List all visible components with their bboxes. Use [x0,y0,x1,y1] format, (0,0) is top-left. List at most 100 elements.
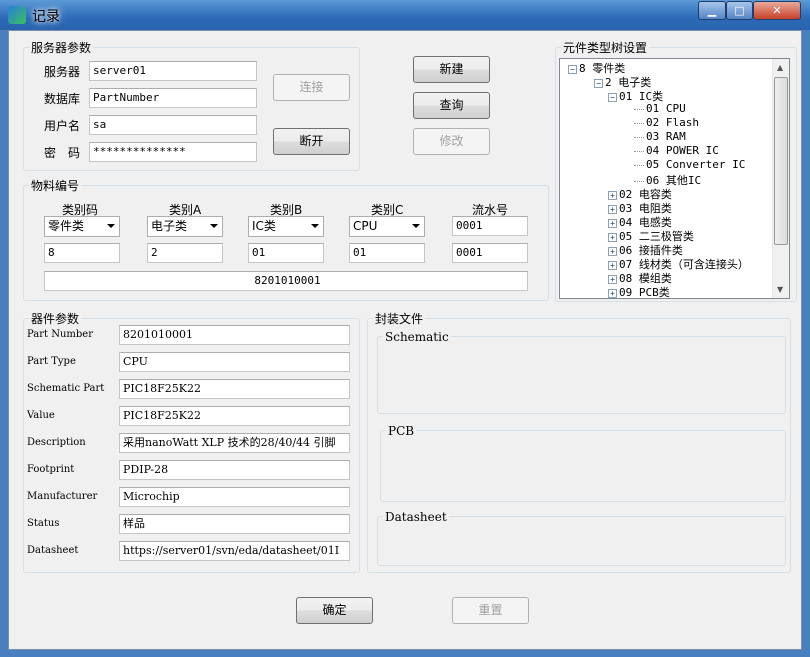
expand-icon[interactable]: + [608,246,617,256]
close-button[interactable]: ✕ [753,1,801,20]
code-field-a[interactable]: 2 [147,243,223,263]
param-label: Description [27,437,86,448]
tree-node[interactable]: 04 POWER IC [634,144,719,157]
password-input[interactable]: ************** [89,142,257,162]
tree-node-label: 04 POWER IC [646,144,719,157]
tree-node[interactable]: +09 PCB类 [608,284,670,299]
tree-line [634,150,644,152]
schematic-group: Schematic [377,330,786,414]
expand-icon[interactable]: + [608,190,617,200]
scroll-down-icon[interactable]: ▼ [777,285,783,294]
reset-button[interactable]: 重置 [452,597,529,624]
app-icon [8,6,26,24]
category-a-select[interactable]: 电子类 [147,216,223,237]
param-label: Status [27,518,60,529]
tree-scrollbar[interactable]: ▲ ▼ [772,59,789,298]
database-label: 数据库 [44,92,81,106]
chevron-down-icon [412,224,420,228]
expand-icon[interactable]: + [608,232,617,242]
code-field-serial[interactable]: 0001 [452,243,528,263]
database-input[interactable]: PartNumber [89,88,257,108]
tree-node[interactable]: 01 CPU [634,102,686,115]
tree-node-label: 02 Flash [646,116,699,129]
group-title: Datasheet [383,510,449,524]
code-field-0[interactable]: 8 [44,243,120,263]
group-title: 器件参数 [29,310,82,327]
param-label: Schematic Part [27,383,105,394]
maximize-button[interactable]: □ [726,1,753,20]
window-title: 记录 [32,9,60,25]
query-button[interactable]: 查询 [413,92,490,119]
tree-line [634,164,644,166]
category-b-select[interactable]: IC类 [248,216,324,237]
full-code-field[interactable]: 8201010001 [44,271,528,291]
expand-icon[interactable]: + [608,260,617,270]
server-label: 服务器 [44,65,81,79]
code-field-c[interactable]: 01 [349,243,425,263]
code-field-b[interactable]: 01 [248,243,324,263]
param-label: Part Number [27,329,93,340]
tree-node[interactable]: 02 Flash [634,116,699,129]
minimize-button[interactable]: ▁ [698,1,726,20]
param-input[interactable]: PDIP-28 [119,460,350,480]
scroll-up-icon[interactable]: ▲ [777,63,783,72]
tree-node-label: 09 PCB类 [619,286,670,299]
param-input[interactable]: 采用nanoWatt XLP 技术的28/40/44 引脚 [119,433,350,453]
disconnect-button[interactable]: 断开 [273,128,350,155]
collapse-icon[interactable]: − [608,92,617,102]
param-label: Value [27,410,55,421]
group-title: 物料编号 [29,177,82,194]
password-label: 密 码 [44,146,81,160]
category-tree[interactable]: ▲ ▼ −8 零件类 −2 电子类 −01 IC类 01 CPU 02 Flash 03 … [559,58,790,299]
expand-icon[interactable]: + [608,218,617,228]
param-label: Manufacturer [27,491,98,502]
tree-node-label: 01 CPU [646,102,686,115]
ok-button[interactable]: 确定 [296,597,373,624]
chevron-down-icon [210,224,218,228]
category-c-select[interactable]: CPU [349,216,425,237]
title-bar: 记录 ▁ □ ✕ [0,0,810,30]
tree-line [634,136,644,138]
selected-value: 电子类 [151,219,188,233]
param-input[interactable]: 8201010001 [119,325,350,345]
param-input[interactable]: PIC18F25K22 [119,406,350,426]
selected-value: CPU [353,219,378,233]
datasheet-group: Datasheet [377,510,786,566]
param-input[interactable]: 样品 [119,514,350,534]
expand-icon[interactable]: + [608,274,617,284]
expand-icon[interactable]: + [608,204,617,214]
tree-node[interactable]: 03 RAM [634,130,686,143]
param-input[interactable]: Microchip [119,487,350,507]
username-input[interactable]: sa [89,115,257,135]
tree-node-label: 03 RAM [646,130,686,143]
param-input[interactable]: https://server01/svn/eda/datasheet/01I [119,541,350,561]
tree-line [634,180,644,182]
scroll-thumb[interactable] [774,77,788,245]
username-label: 用户名 [44,119,81,133]
modify-button[interactable]: 修改 [413,128,490,155]
tree-line [634,108,644,110]
server-input[interactable]: server01 [89,61,257,81]
expand-icon[interactable]: + [608,288,617,298]
pcb-group: PCB [380,424,786,502]
selected-value: 零件类 [48,219,85,233]
tree-node-label: 05 Converter IC [646,158,746,171]
category-code-select[interactable]: 零件类 [44,216,120,237]
param-label: Part Type [27,356,76,367]
connect-button[interactable]: 连接 [273,74,350,101]
new-button[interactable]: 新建 [413,56,490,83]
param-label: Footprint [27,464,75,475]
param-input[interactable]: PIC18F25K22 [119,379,350,399]
collapse-icon[interactable]: − [568,64,577,74]
chevron-down-icon [107,224,115,228]
param-label: Datasheet [27,545,79,556]
tree-line [634,122,644,124]
group-title: Schematic [383,330,451,344]
collapse-icon[interactable]: − [594,78,603,88]
group-title: 封装文件 [373,310,426,327]
serial-input[interactable]: 0001 [452,216,528,236]
selected-value: IC类 [252,219,276,233]
param-input[interactable]: CPU [119,352,350,372]
group-title: PCB [386,424,417,438]
tree-node[interactable]: 05 Converter IC [634,158,745,171]
